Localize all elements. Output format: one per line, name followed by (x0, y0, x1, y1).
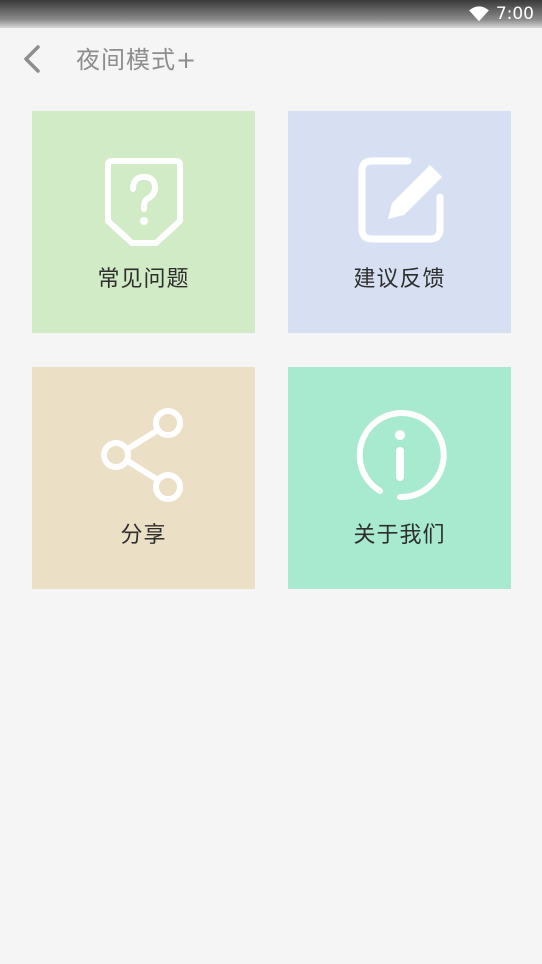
feedback-card[interactable]: 建议反馈 (288, 111, 511, 333)
faq-label: 常见问题 (97, 267, 190, 292)
status-bar: 7:00 (0, 0, 542, 28)
about-label: 关于我们 (353, 523, 446, 548)
status-time: 7:00 (495, 4, 534, 24)
status-right: 7:00 (468, 3, 534, 25)
back-button[interactable] (16, 41, 48, 77)
question-badge-icon (104, 158, 183, 246)
faq-card[interactable]: 常见问题 (32, 111, 255, 333)
about-card[interactable]: 关于我们 (288, 367, 511, 589)
app-header: 夜间模式+ (0, 28, 542, 92)
share-icon (100, 408, 183, 502)
share-label: 分享 (120, 523, 167, 548)
feedback-label: 建议反馈 (353, 267, 446, 292)
wifi-icon (468, 6, 489, 22)
info-icon (356, 410, 447, 501)
edit-icon (358, 157, 443, 243)
chevron-left-icon (24, 45, 40, 73)
share-card[interactable]: 分享 (32, 367, 255, 589)
page-title: 夜间模式+ (76, 46, 198, 74)
